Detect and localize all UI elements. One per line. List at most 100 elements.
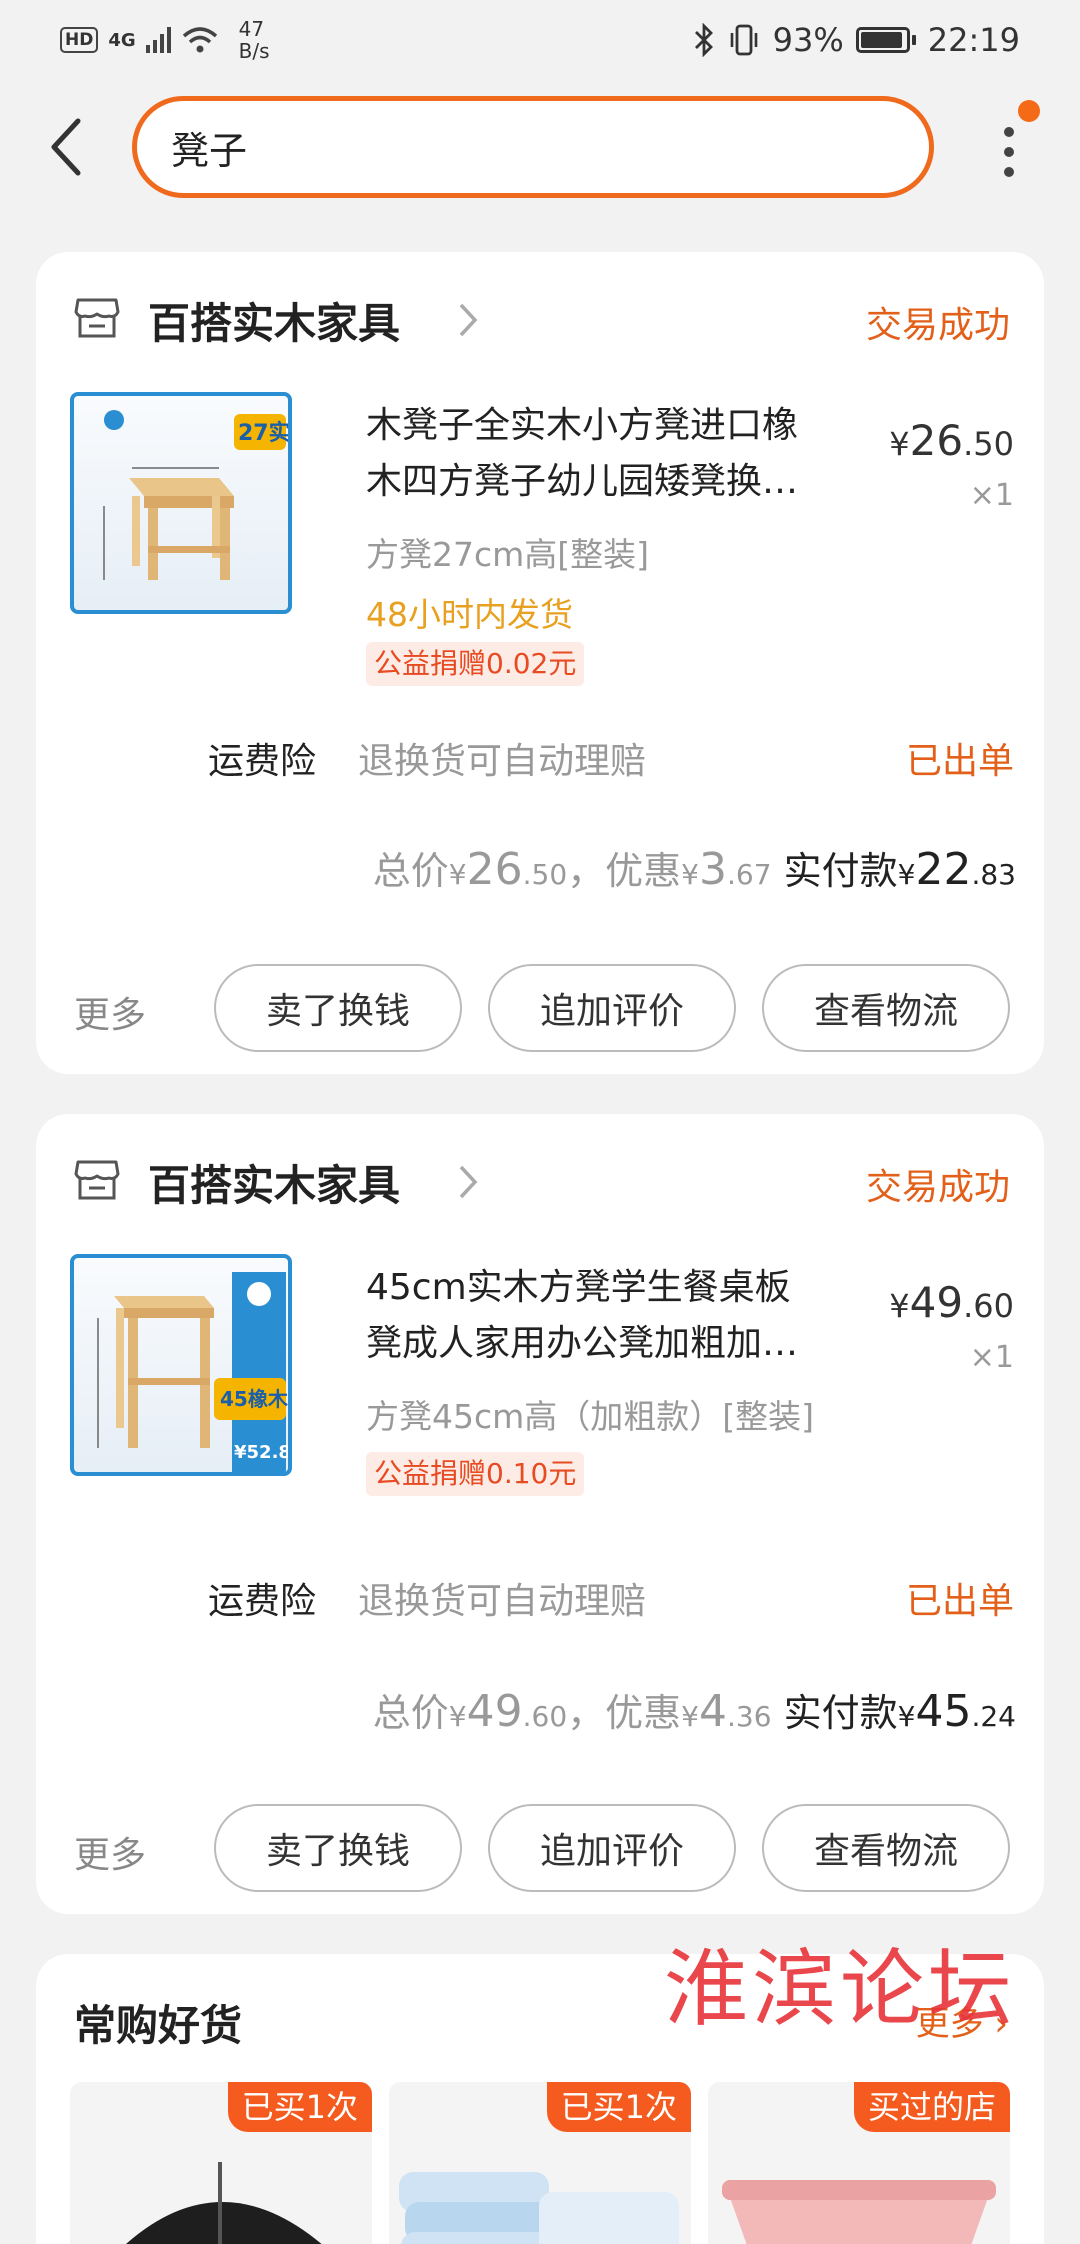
search-input[interactable]: 凳子 xyxy=(132,96,934,198)
sell-button[interactable]: 卖了换钱 xyxy=(214,964,462,1052)
status-bar: HD 4G 47 B/s 93% 22:19 xyxy=(0,0,1080,80)
view-logistics-button[interactable]: 查看物流 xyxy=(762,1804,1010,1892)
dot-icon xyxy=(1004,127,1014,137)
paid-decimal: .24 xyxy=(971,1700,1016,1733)
order-total: 总价¥49.60，优惠¥4.36 实付款¥45.24 xyxy=(373,1682,1016,1737)
product-tile[interactable]: 已买1次 xyxy=(70,2082,372,2244)
order-status: 交易成功 xyxy=(865,1167,1010,1208)
order-header: 百搭实木家具 交易成功 xyxy=(36,252,1044,392)
insurance-state: 已出单 xyxy=(905,1581,1014,1622)
paid-label: 实付款 xyxy=(783,849,898,893)
product-price: ¥26.50 xyxy=(889,416,1014,465)
currency-symbol: ¥ xyxy=(681,1700,699,1733)
discount-decimal: .67 xyxy=(727,858,772,891)
view-logistics-button[interactable]: 查看物流 xyxy=(762,964,1010,1052)
currency-symbol: ¥ xyxy=(681,858,699,891)
currency-symbol: ¥ xyxy=(889,425,910,463)
shop-icon xyxy=(74,298,120,338)
chevron-right-icon[interactable] xyxy=(458,1164,478,1200)
product-title-line: 木凳子全实木小方凳进口橡 xyxy=(366,405,799,446)
insurance-description: 退换货可自动理赔 xyxy=(358,1581,647,1622)
forum-watermark: 淮滨论坛 xyxy=(664,1940,1017,2038)
bluetooth-icon xyxy=(694,23,713,57)
speed-unit: B/s xyxy=(238,39,270,63)
visited-shop-badge: 买过的店 xyxy=(853,2082,1010,2132)
price-decimal: .50 xyxy=(963,425,1014,463)
insurance-label: 运费险 xyxy=(208,1581,317,1622)
add-review-button[interactable]: 追加评价 xyxy=(488,964,736,1052)
product-title[interactable]: 木凳子全实木小方凳进口橡 木四方凳子幼儿园矮凳换… xyxy=(366,398,856,510)
sell-button[interactable]: 卖了换钱 xyxy=(214,1804,462,1892)
battery-percent: 93% xyxy=(772,21,844,59)
shop-name[interactable]: 百搭实木家具 xyxy=(148,290,400,351)
thumb-badge: 27实木 xyxy=(238,420,288,446)
currency-symbol: ¥ xyxy=(448,858,467,891)
product-image[interactable]: 27实木 xyxy=(70,392,292,614)
price-integer: 26 xyxy=(909,416,964,465)
top-bar: 凳子 xyxy=(0,92,1080,202)
price-decimal: .60 xyxy=(963,1287,1014,1325)
order-header: 百搭实木家具 交易成功 xyxy=(36,1114,1044,1254)
notification-dot xyxy=(1018,100,1040,122)
section-title: 常购好货 xyxy=(74,2001,243,2050)
product-title[interactable]: 45cm实木方凳学生餐桌板 凳成人家用办公凳加粗加… xyxy=(366,1260,856,1372)
search-query: 凳子 xyxy=(171,128,248,173)
donation-badge: 公益捐赠0.10元 xyxy=(366,1452,585,1496)
product-tile[interactable]: 买过的店 xyxy=(708,2082,1010,2244)
shipping-insurance-row[interactable]: 运费险 退换货可自动理赔 已出单 xyxy=(36,1572,1044,1632)
discount-label: ，优惠 xyxy=(567,849,682,893)
hd-indicator: HD xyxy=(60,27,99,53)
price-integer: 49 xyxy=(909,1278,964,1327)
currency-symbol: ¥ xyxy=(448,1700,467,1733)
total-integer: 26 xyxy=(466,844,523,895)
total-label: 总价 xyxy=(372,849,449,893)
order-total: 总价¥26.50，优惠¥3.67 实付款¥22.83 xyxy=(373,840,1016,895)
wifi-icon xyxy=(182,27,217,53)
product-title-line: 木四方凳子幼儿园矮凳换… xyxy=(366,461,799,502)
order-actions: 更多 卖了换钱 追加评价 查看物流 xyxy=(36,964,1044,1052)
battery-icon xyxy=(855,27,916,53)
paid-label: 实付款 xyxy=(783,1691,898,1735)
order-card: 百搭实木家具 交易成功 27实木 木凳子全实木小方凳进口橡 木四方凳子幼儿园矮凳… xyxy=(36,252,1044,1074)
product-tile[interactable]: 已买1次 xyxy=(389,2082,691,2244)
total-label: 总价 xyxy=(372,1691,449,1735)
donation-badge: 公益捐赠0.02元 xyxy=(366,642,585,686)
shop-icon xyxy=(74,1160,120,1200)
insurance-state: 已出单 xyxy=(905,741,1014,782)
back-arrow-icon xyxy=(51,118,81,176)
insurance-description: 退换货可自动理赔 xyxy=(358,741,647,782)
thumb-badge: 45橡木 xyxy=(220,1387,288,1411)
order-status: 交易成功 xyxy=(865,305,1010,346)
order-card: 百搭实木家具 交易成功 45橡木 ¥52.8 45cm实木方凳学生餐桌板 凳成人… xyxy=(36,1114,1044,1914)
total-integer: 49 xyxy=(466,1686,523,1737)
dot-icon xyxy=(1004,167,1014,177)
product-image[interactable]: 45橡木 ¥52.8 xyxy=(70,1254,292,1476)
dot-icon xyxy=(1004,147,1014,157)
discount-label: ，优惠 xyxy=(567,1691,682,1735)
insurance-label: 运费险 xyxy=(208,741,317,782)
network-speed: 47 B/s xyxy=(239,18,270,62)
add-review-button[interactable]: 追加评价 xyxy=(488,1804,736,1892)
stool-image-icon: 27实木 xyxy=(103,410,288,580)
stool-image-icon: 45橡木 ¥52.8 xyxy=(97,1272,288,1472)
chevron-right-icon[interactable] xyxy=(458,302,478,338)
status-left: HD 4G 47 B/s xyxy=(60,18,270,62)
shop-name[interactable]: 百搭实木家具 xyxy=(148,1152,400,1213)
more-menu-button[interactable] xyxy=(984,112,1034,192)
product-price: ¥49.60 xyxy=(889,1278,1014,1327)
paid-integer: 22 xyxy=(915,844,972,895)
product-quantity: ×1 xyxy=(969,478,1014,513)
more-actions-link[interactable]: 更多 xyxy=(74,986,146,1038)
back-button[interactable] xyxy=(36,112,96,182)
product-title-line: 45cm实木方凳学生餐桌板 xyxy=(366,1267,791,1308)
product-spec: 方凳45cm高（加粗款）[整装] xyxy=(366,1397,815,1436)
status-right: 93% 22:19 xyxy=(693,21,1020,59)
currency-symbol: ¥ xyxy=(897,858,916,891)
more-actions-link[interactable]: 更多 xyxy=(74,1826,146,1878)
shipping-insurance-row[interactable]: 运费险 退换货可自动理赔 已出单 xyxy=(36,732,1044,792)
discount-integer: 4 xyxy=(699,1686,727,1737)
network-type: 4G xyxy=(108,29,136,51)
product-title-line: 凳成人家用办公凳加粗加… xyxy=(366,1323,799,1364)
speed-value: 47 xyxy=(238,17,265,41)
paid-decimal: .83 xyxy=(971,858,1016,891)
